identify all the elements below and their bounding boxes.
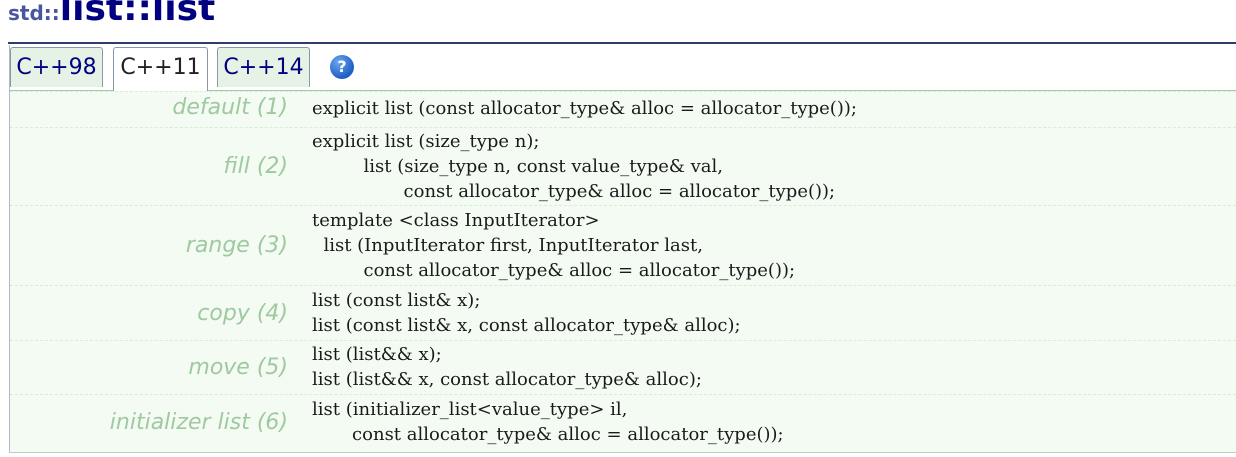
constructor-row-fill: fill (2) explicit list (size_type n); li… (10, 127, 1236, 205)
constructor-code: list (const list& x); list (const list& … (312, 290, 741, 336)
constructor-code: explicit list (size_type n); list (size_… (312, 131, 836, 202)
constructor-label: default (1) (172, 95, 288, 120)
namespace-prefix: std:: (8, 1, 60, 25)
title-rule (8, 42, 1236, 44)
constructor-row-initializer-list: initializer list (6) list (initializer_l… (10, 394, 1236, 451)
version-tabs: C++98 C++11 C++14 ? (10, 45, 1236, 91)
question-icon[interactable]: ? (330, 55, 354, 79)
constructor-row-default: default (1) explicit list (const allocat… (10, 91, 1236, 127)
constructor-code: list (list&& x); list (list&& x, const a… (312, 344, 702, 390)
constructor-row-copy: copy (4) list (const list& x); list (con… (10, 285, 1236, 340)
constructor-code: explicit list (const allocator_type& all… (312, 98, 857, 119)
constructor-row-move: move (5) list (list&& x); list (list&& x… (10, 340, 1236, 394)
constructor-label: range (3) (185, 233, 288, 258)
page-title: std::list::list (8, 0, 215, 29)
constructor-label: copy (4) (197, 301, 288, 326)
constructor-label: fill (2) (223, 154, 288, 179)
constructor-code: list (initializer_list<value_type> il, c… (312, 399, 784, 445)
constructor-code: template <class InputIterator> list (Inp… (312, 210, 796, 281)
constructor-label: initializer list (6) (109, 410, 288, 435)
function-name: list::list (59, 0, 216, 29)
tab-cpp98[interactable]: C++98 (10, 47, 103, 87)
tab-cpp11[interactable]: C++11 (113, 47, 208, 91)
constructor-row-range: range (3) template <class InputIterator>… (10, 205, 1236, 285)
constructor-label: move (5) (188, 355, 288, 380)
tab-cpp14[interactable]: C++14 (217, 47, 310, 87)
constructor-panel: C++98 C++11 C++14 ? default (1) explicit… (9, 45, 1236, 453)
